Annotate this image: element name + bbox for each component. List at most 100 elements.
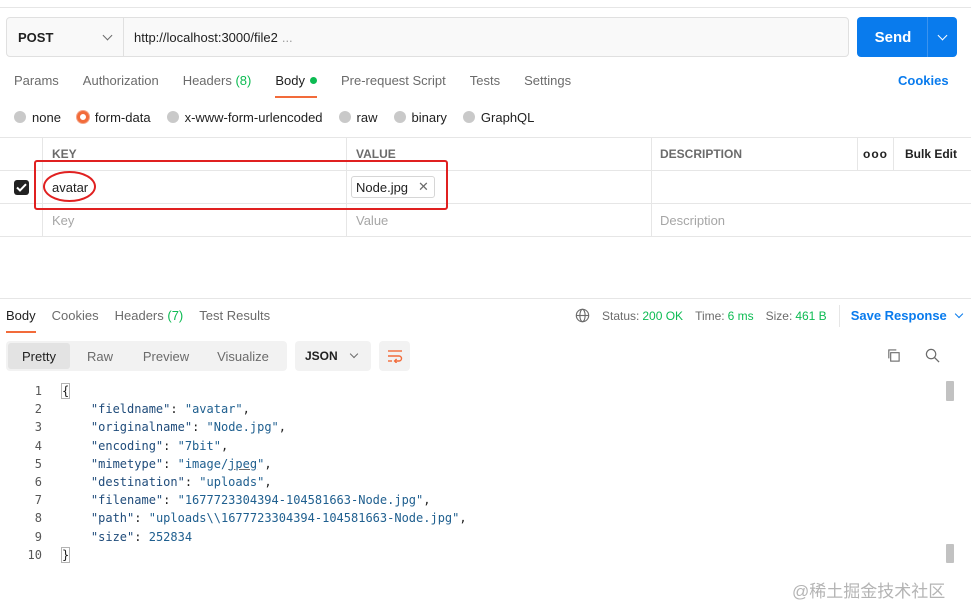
scrollbar-thumb[interactable] [946,381,954,401]
tab-test-results[interactable]: Test Results [199,307,270,333]
editor-scrollbar[interactable] [946,381,954,563]
url-bar: POST http://localhost:3000/file2 ... [6,17,849,57]
active-dot-icon [309,77,317,84]
response-view-selector: Pretty Raw Preview Visualize [6,341,287,371]
value-input[interactable]: Value [346,204,651,236]
divider [838,304,840,327]
code-line: 7 "filename": "1677723304394-104581663-N… [34,493,431,508]
code-line: 2 "fieldname": "avatar", [34,402,250,417]
format-label: JSON [305,349,338,363]
radio-icon [338,111,351,123]
method-select[interactable]: POST [7,18,124,56]
view-pretty[interactable]: Pretty [8,343,70,369]
copy-button[interactable] [884,346,902,364]
tab-params[interactable]: Params [14,72,59,98]
key-text: avatar [52,179,89,195]
key-input[interactable]: Key [42,204,346,236]
time-value: 6 ms [727,308,754,323]
chevron-down-icon [937,30,948,40]
tab-response-cookies[interactable]: Cookies [52,307,99,333]
radio-checked-icon [76,111,89,123]
tab-body[interactable]: Body [275,72,317,98]
radio-x-www-form-urlencoded[interactable]: x-www-form-urlencoded [166,110,323,125]
response-body-editor[interactable]: 1{ 2 "fieldname": "avatar", 3 "originaln… [0,382,960,568]
watermark: @稀土掘金技术社区 [792,582,946,601]
view-preview[interactable]: Preview [130,343,202,369]
radio-none[interactable]: none [14,110,61,125]
table-row: avatar Node.jpg ✕ [0,171,971,204]
radio-icon [14,111,26,123]
tab-pre-request-script[interactable]: Pre-request Script [341,72,446,98]
format-select[interactable]: JSON [295,341,371,371]
url-input[interactable]: http://localhost:3000/file2 ... [124,18,293,56]
response-tabs: Body Cookies Headers (7) Test Results [6,307,286,333]
time-group: Time: 6 ms [695,308,754,323]
empty-check-cell [0,204,42,236]
search-button[interactable] [923,346,941,364]
code-line: 8 "path": "uploads\\1677723304394-104581… [34,511,467,526]
method-label: POST [18,29,54,45]
radio-form-data[interactable]: form-data [76,110,151,125]
tab-authorization[interactable]: Authorization [83,72,159,98]
radio-icon [393,111,406,123]
code-line: 1{ [34,383,71,399]
save-response-button[interactable]: Save Response [851,308,964,323]
url-overflow: ... [281,29,293,45]
headers-count: (8) [235,73,252,88]
code-line: 10} [27,546,71,563]
key-cell[interactable]: avatar [42,171,346,203]
code-line: 5 "mimetype": "image/jpeg", [34,456,272,471]
tab-settings[interactable]: Settings [524,72,571,98]
description-input[interactable]: Description [651,204,857,236]
row-spacer [857,171,971,203]
wrap-lines-button[interactable] [379,341,410,371]
wrap-lines-icon [387,350,402,363]
bulk-edit-button[interactable]: Bulk Edit [893,138,971,170]
remove-file-icon[interactable]: ✕ [418,179,429,195]
checkmark-icon [15,183,27,192]
body-type-options: none form-data x-www-form-urlencoded raw… [14,109,550,125]
radio-binary[interactable]: binary [393,110,447,125]
chevron-down-icon [102,30,113,40]
header-value: VALUE [346,138,651,170]
tab-tests[interactable]: Tests [470,72,500,98]
tab-response-body[interactable]: Body [6,307,36,333]
chevron-down-icon [954,309,964,318]
top-border [0,0,971,8]
table-row-empty: Key Value Description [0,204,971,237]
response-headers-count: (7) [167,308,184,323]
file-name: Node.jpg [356,179,409,195]
response-status-bar: Status: 200 OK Time: 6 ms Size: 461 B Save … [575,304,964,327]
globe-icon[interactable] [575,308,590,323]
url-text: http://localhost:3000/file2 [134,29,278,45]
scrollbar-thumb[interactable] [946,544,954,563]
send-options-button[interactable] [928,17,957,57]
send-button-group: Send [857,17,957,57]
radio-raw[interactable]: raw [338,110,378,125]
value-cell: Node.jpg ✕ [346,171,651,203]
row-checkbox[interactable] [13,179,29,195]
code-line: 9 "size": 252834 [34,529,193,544]
table-header: KEY VALUE DESCRIPTION ooo Bulk Edit [0,137,971,171]
view-raw[interactable]: Raw [70,343,130,369]
send-button[interactable]: Send [857,17,928,57]
row-spacer [857,204,971,236]
tab-headers[interactable]: Headers (8) [183,72,252,98]
radio-graphql[interactable]: GraphQL [462,110,534,125]
file-chip: Node.jpg ✕ [351,176,435,198]
form-data-table: KEY VALUE DESCRIPTION ooo Bulk Edit avat… [0,137,971,237]
header-key: KEY [42,138,346,170]
more-options-button[interactable]: ooo [857,138,893,170]
radio-icon [462,111,475,123]
response-divider [0,298,971,299]
tab-response-headers[interactable]: Headers (7) [115,307,184,333]
radio-icon [166,111,179,123]
row-check-cell [0,171,42,203]
cookies-link[interactable]: Cookies [898,73,949,88]
description-cell[interactable] [651,171,857,203]
status-group: Status: 200 OK [602,308,684,323]
header-description: DESCRIPTION [651,138,857,170]
request-tabs: Params Authorization Headers (8) Body Pr… [14,72,595,98]
search-icon [925,348,940,363]
view-visualize[interactable]: Visualize [202,343,284,369]
